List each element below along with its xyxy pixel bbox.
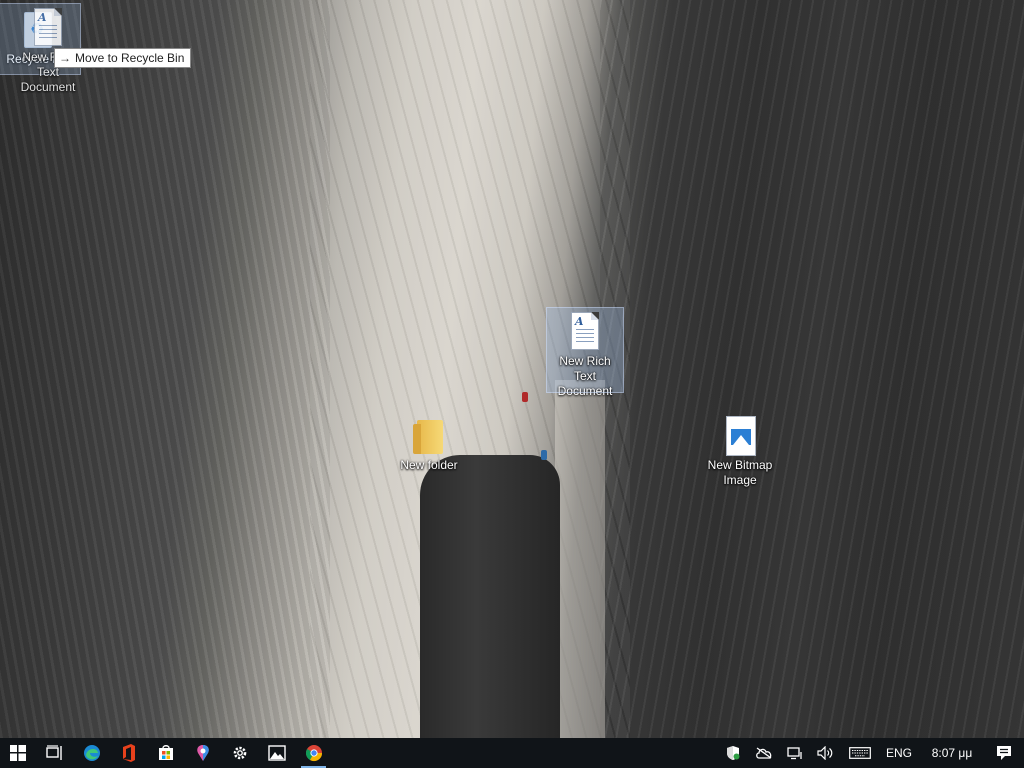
language-indicator[interactable]: ENG — [878, 738, 920, 768]
settings-button[interactable] — [221, 738, 258, 768]
volume-tray-button[interactable] — [810, 738, 842, 768]
onedrive-tray-button[interactable] — [748, 738, 780, 768]
drag-tooltip-text: Move to Recycle Bin — [75, 51, 185, 65]
desktop[interactable]: ♻ Recycle Bin A New Rich Text Document →… — [0, 0, 1024, 738]
edge-icon — [83, 745, 100, 761]
clock[interactable]: 8:07 μμ — [920, 738, 984, 768]
rich-text-document-icon: A — [565, 312, 605, 352]
bitmap-image-icon — [720, 416, 760, 456]
chrome-icon — [305, 745, 322, 762]
network-icon — [787, 747, 802, 760]
windows-icon — [10, 745, 26, 761]
edge-button[interactable] — [73, 738, 110, 768]
notifications-button[interactable] — [984, 738, 1024, 768]
desktop-icon-label: New folder — [400, 458, 458, 472]
store-icon — [158, 745, 173, 760]
system-tray: ENG 8:07 μμ — [718, 738, 1024, 768]
task-view-icon — [45, 745, 62, 760]
gear-icon — [233, 746, 246, 760]
arrow-right-icon: → — [59, 51, 71, 65]
wallpaper-rock-left — [0, 0, 330, 738]
taskbar: ENG 8:07 μμ — [0, 738, 1024, 768]
wallpaper-climber — [522, 392, 528, 402]
touch-keyboard-tray-button[interactable] — [842, 738, 878, 768]
drag-tooltip: → Move to Recycle Bin — [54, 48, 192, 68]
network-tray-button[interactable] — [780, 738, 810, 768]
office-button[interactable] — [110, 738, 147, 768]
paint3d-icon — [196, 745, 209, 761]
wallpaper-rock-pillar — [420, 455, 560, 738]
photos-button[interactable] — [258, 738, 295, 768]
wallpaper-climber — [541, 450, 547, 460]
photos-icon — [267, 745, 286, 761]
paint3d-button[interactable] — [184, 738, 221, 768]
start-button[interactable] — [0, 738, 36, 768]
chrome-button[interactable] — [295, 738, 332, 768]
desktop-icon-new-bitmap-image[interactable]: New Bitmap Image — [702, 412, 778, 488]
desktop-icon-new-folder[interactable]: New folder — [391, 412, 467, 473]
wallpaper-rock-right — [600, 0, 1024, 738]
desktop-icon-label: New Rich Text Document — [557, 354, 613, 398]
office-icon — [122, 744, 135, 762]
volume-icon — [817, 746, 833, 760]
wallpaper-rock-edge — [555, 380, 605, 738]
desktop-icon-label: New Bitmap Image — [707, 458, 773, 487]
keyboard-icon — [849, 747, 871, 759]
security-tray-button[interactable] — [718, 738, 748, 768]
rich-text-document-icon: A — [28, 8, 68, 48]
desktop-icon-rich-text-document[interactable]: A New Rich Text Document — [546, 307, 624, 398]
task-view-button[interactable] — [36, 738, 73, 768]
store-button[interactable] — [147, 738, 184, 768]
folder-icon — [409, 416, 449, 456]
notification-icon — [997, 746, 1011, 760]
shield-icon — [727, 746, 740, 760]
cloud-icon — [756, 747, 772, 759]
